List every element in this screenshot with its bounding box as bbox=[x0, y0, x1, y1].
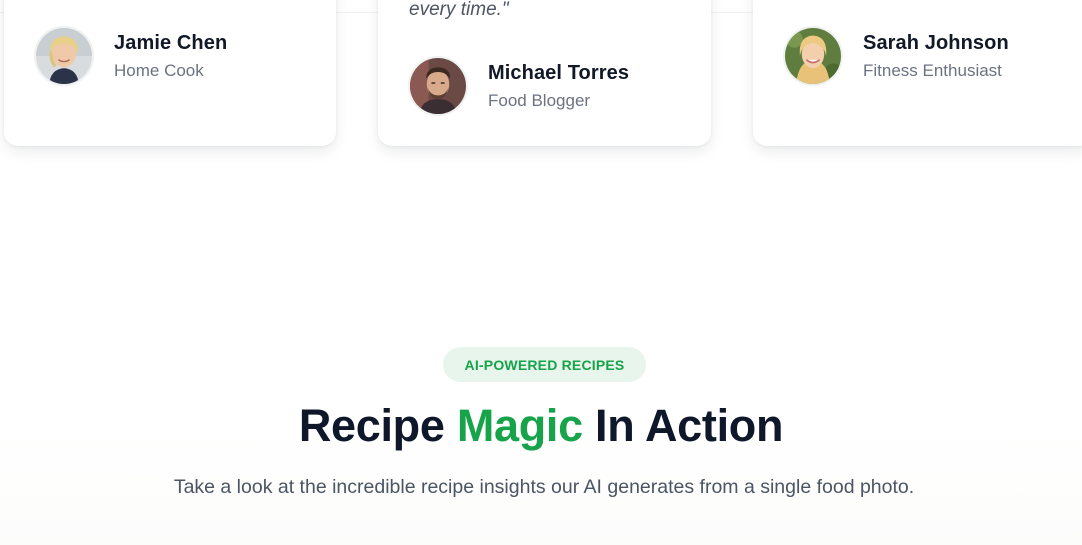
testimonial-author: Michael Torres Food Blogger bbox=[408, 56, 629, 116]
author-name: Sarah Johnson bbox=[863, 31, 1009, 54]
avatar-michael-torres bbox=[408, 56, 468, 116]
title-part: Recipe bbox=[298, 400, 445, 451]
testimonial-author: Jamie Chen Home Cook bbox=[34, 26, 227, 86]
section-subtitle: Take a look at the incredible recipe ins… bbox=[173, 476, 915, 498]
testimonial-author: Sarah Johnson Fitness Enthusiast bbox=[783, 26, 1009, 86]
author-role: Food Blogger bbox=[488, 90, 591, 110]
author-role: Fitness Enthusiast bbox=[863, 60, 1002, 80]
testimonial-card: Jamie Chen Home Cook bbox=[4, 0, 336, 146]
author-name: Michael Torres bbox=[488, 61, 630, 84]
author-role: Home Cook bbox=[114, 60, 204, 80]
avatar-sarah-johnson bbox=[783, 26, 843, 86]
avatar-jamie-chen bbox=[34, 26, 94, 86]
testimonial-quote: every time." bbox=[409, 0, 509, 20]
testimonial-card: Sarah Johnson Fitness Enthusiast bbox=[753, 0, 1082, 146]
section-title: Recipe Magic In Action bbox=[0, 400, 1082, 452]
title-accent: Magic bbox=[456, 400, 583, 451]
title-part: In Action bbox=[595, 400, 784, 451]
page: Jamie Chen Home Cook every time." Michae… bbox=[0, 0, 1082, 545]
section-badge: AI-POWERED RECIPES bbox=[443, 347, 646, 382]
author-name: Jamie Chen bbox=[114, 31, 228, 54]
testimonial-card: every time." Michael Torres Food Blogger bbox=[378, 0, 711, 146]
